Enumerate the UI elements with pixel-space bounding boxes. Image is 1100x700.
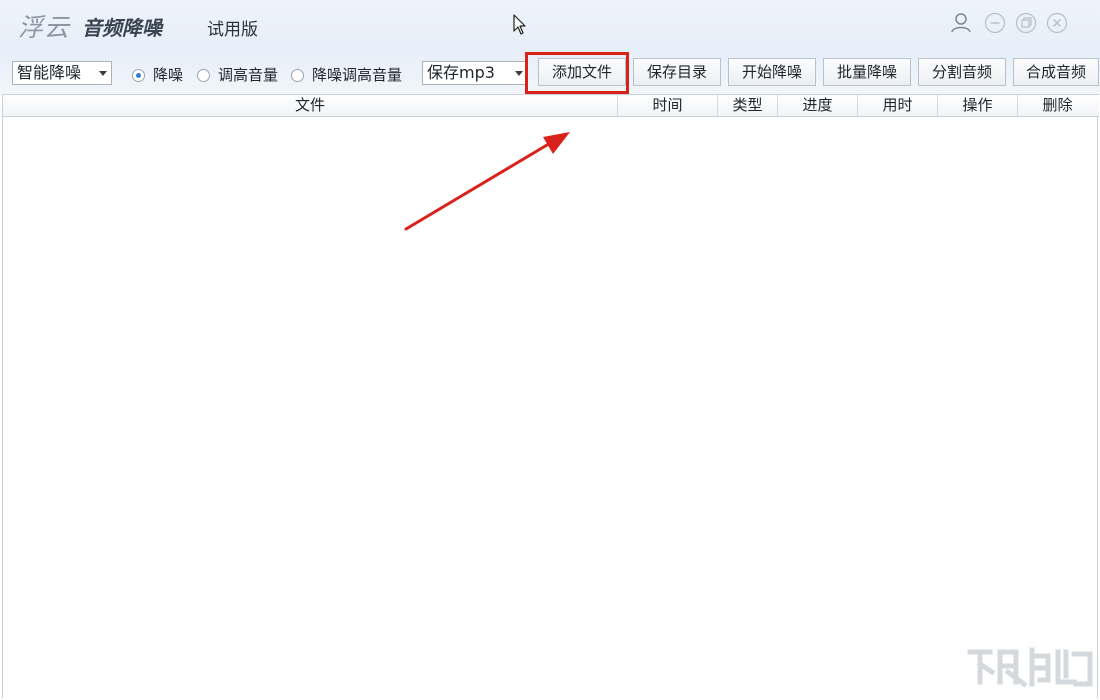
app-window: 浮云 音频降噪 试用版 智能降噪 降噪 调高音量 降噪调高音量 保存mp3 添加…: [0, 0, 1100, 700]
annotation-arrow: [404, 132, 570, 231]
watermark-logo: [967, 647, 1093, 688]
